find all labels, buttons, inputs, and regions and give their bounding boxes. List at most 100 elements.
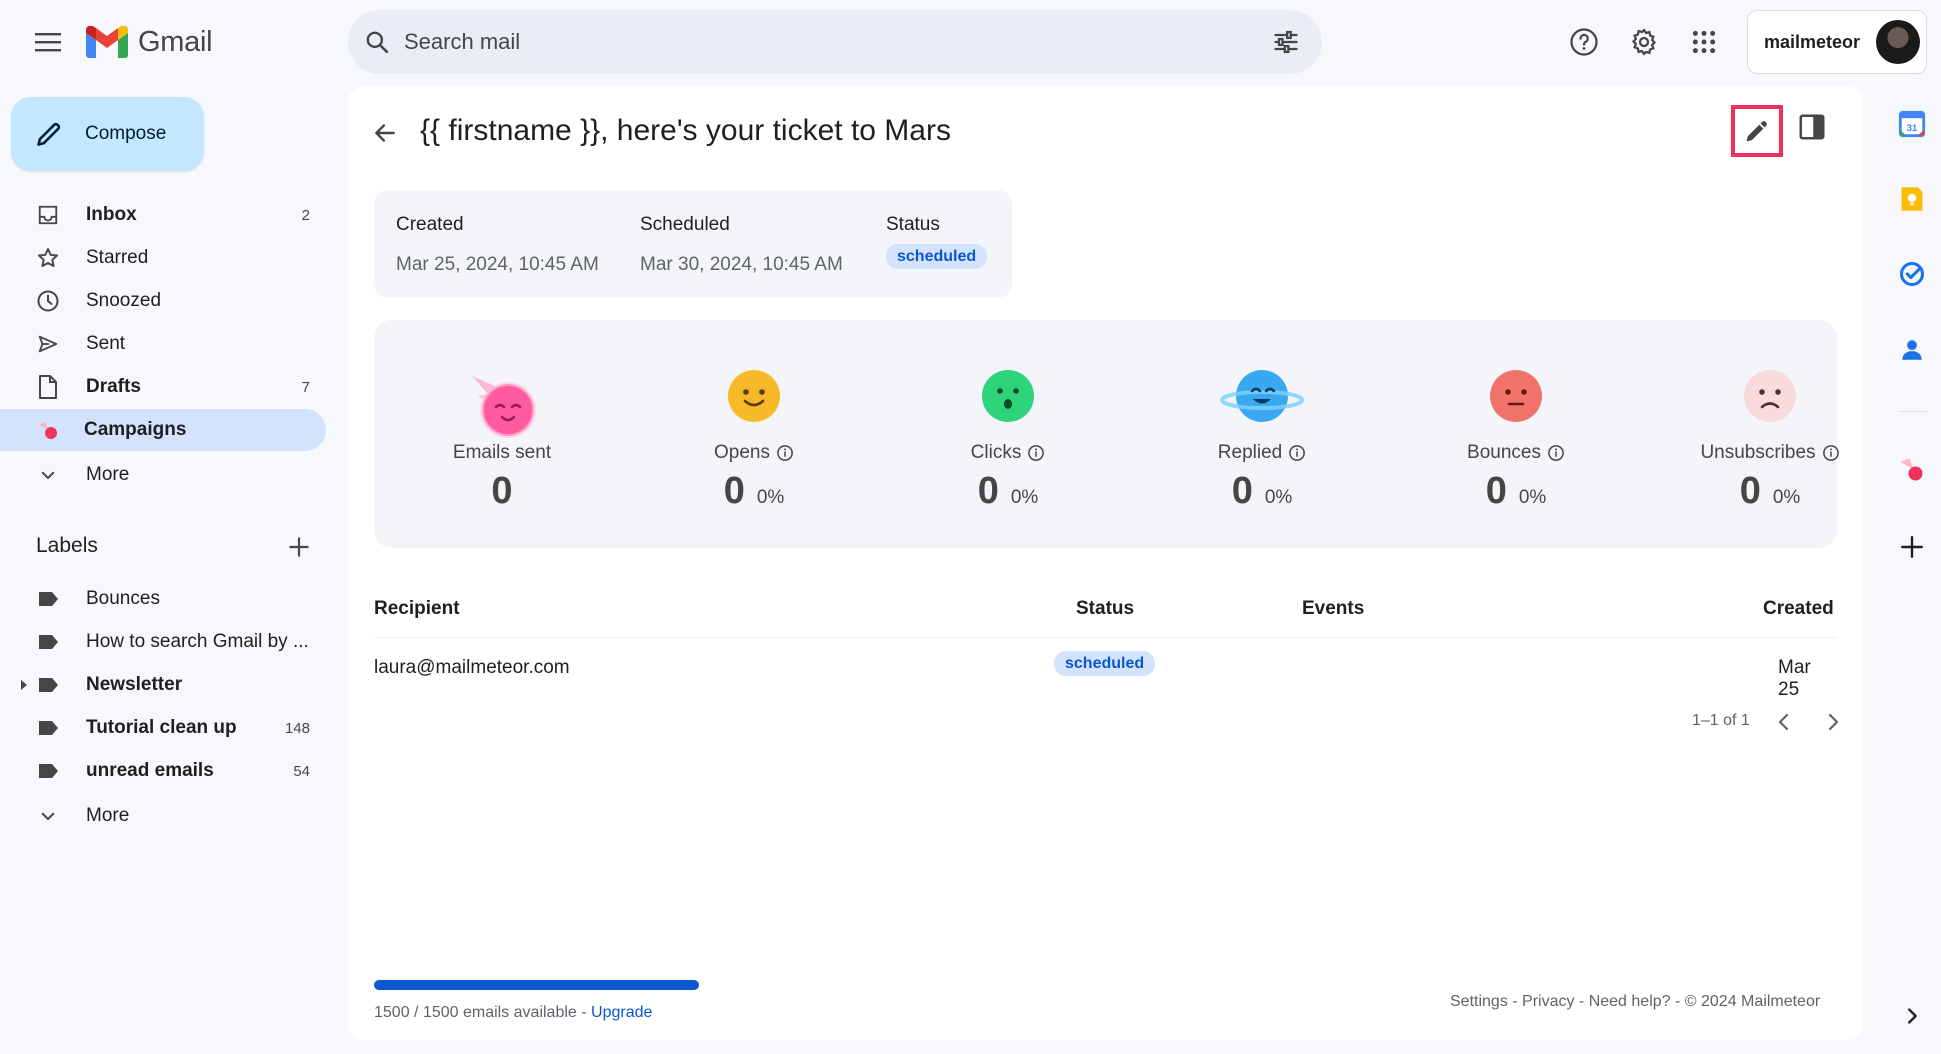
tasks-app-button[interactable] [1896, 258, 1928, 290]
label-item-tutorial-clean-up[interactable]: Tutorial clean up 148 [0, 707, 326, 749]
chevron-right-icon [1908, 1008, 1917, 1024]
nav-item-more[interactable]: More [0, 454, 326, 496]
scheduled-value: Mar 30, 2024, 10:45 AM [640, 254, 843, 275]
search-input[interactable] [404, 29, 1224, 55]
label-icon [36, 630, 60, 654]
mailmeteor-app-button[interactable] [1896, 454, 1928, 486]
get-addons-button[interactable] [1896, 531, 1928, 563]
nav-label: More [86, 805, 130, 826]
show-side-panel-button[interactable] [1896, 1000, 1928, 1032]
toggle-side-panel-button[interactable] [1797, 112, 1827, 142]
stat-values: 0 0% [888, 470, 1128, 513]
label-name: unread emails [86, 760, 214, 781]
nav-item-drafts[interactable]: Drafts 7 [0, 366, 326, 408]
calendar-app-button[interactable]: 31 [1896, 108, 1928, 140]
caret-right-icon[interactable] [20, 679, 28, 691]
label-icon [36, 587, 60, 611]
label-icon [36, 673, 60, 697]
contacts-icon [1902, 340, 1922, 360]
stat-label: Clicks [888, 442, 1128, 464]
column-header-events[interactable]: Events [1302, 598, 1364, 620]
settings-button[interactable] [1620, 18, 1668, 66]
nav-item-snoozed[interactable]: Snoozed [0, 280, 326, 322]
keep-app-button[interactable] [1896, 183, 1928, 215]
created-value: Mar 25, 2024, 10:45 AM [396, 254, 599, 275]
column-header-status[interactable]: Status [1076, 598, 1134, 620]
column-header-recipient[interactable]: Recipient [374, 598, 460, 620]
stat-opens: Opens 0 0% [634, 320, 874, 548]
back-button[interactable] [372, 120, 398, 146]
stat-number: 0 [1485, 470, 1507, 512]
label-name: How to search Gmail by ... [86, 631, 309, 652]
labels-heading: Labels [36, 534, 98, 557]
compose-button[interactable]: Compose [11, 97, 204, 171]
stat-percent: 0% [1010, 487, 1039, 508]
nav-item-starred[interactable]: Starred [0, 237, 326, 279]
status-badge: scheduled [886, 244, 988, 269]
stat-number: 0 [1231, 470, 1253, 512]
avatar[interactable] [1876, 20, 1920, 64]
column-header-created[interactable]: Created [1763, 598, 1834, 620]
search-options-icon[interactable] [1272, 28, 1300, 56]
stat-percent: 0% [1264, 487, 1293, 508]
stat-clicks: Clicks 0 0% [888, 320, 1128, 548]
created-label: Created [396, 214, 464, 235]
upgrade-link[interactable]: Upgrade [591, 1004, 652, 1021]
labels-more[interactable]: More [0, 795, 326, 837]
previous-page-button[interactable] [1772, 710, 1796, 734]
label-icon [36, 759, 60, 783]
nav-item-sent[interactable]: Sent [0, 323, 326, 365]
nav-label: More [86, 464, 130, 485]
stats-card: Emails sent 0 Opens 0 0% Clicks 0 0% Repli… [374, 320, 1839, 548]
svg-text:31: 31 [1907, 123, 1917, 133]
info-icon[interactable] [1822, 444, 1840, 462]
main-menu-button[interactable] [24, 18, 72, 66]
rail-divider [1899, 411, 1927, 412]
nav-item-inbox[interactable]: Inbox 2 [0, 194, 326, 236]
quota-progress-bar [374, 980, 699, 990]
stat-unsubscribes: Unsubscribes 0 0% [1650, 320, 1890, 548]
nav-item-campaigns[interactable]: Campaigns [0, 409, 326, 451]
label-item-search-gmail[interactable]: How to search Gmail by ... [0, 621, 326, 663]
meteor-face-icon [472, 376, 536, 438]
label-count: 54 [293, 762, 310, 780]
info-icon[interactable] [1027, 444, 1045, 462]
stat-label-text: Emails sent [452, 442, 552, 463]
arrow-left-icon [375, 124, 395, 142]
table-row[interactable]: laura@mailmeteor.com scheduled Mar 25 [374, 648, 1837, 700]
draft-icon [36, 375, 60, 399]
app-name: Gmail [138, 25, 213, 58]
stat-values: 0 0% [1396, 470, 1636, 513]
gmail-logo[interactable]: Gmail [86, 22, 213, 62]
search-bar[interactable] [348, 10, 1322, 74]
stat-label: Emails sent [382, 442, 622, 464]
planet-face-icon [1220, 370, 1304, 422]
contacts-app-button[interactable] [1896, 334, 1928, 366]
label-item-newsletter[interactable]: Newsletter [0, 664, 326, 706]
label-item-bounces[interactable]: Bounces [0, 578, 326, 620]
clock-icon [36, 289, 60, 313]
stat-percent: 0% [1772, 487, 1801, 508]
edit-campaign-button[interactable] [1731, 105, 1783, 157]
stat-label: Opens [634, 442, 874, 464]
account-switcher[interactable]: mailmeteor [1747, 10, 1927, 74]
add-label-button[interactable] [286, 534, 312, 560]
label-name: Newsletter [86, 674, 183, 695]
footer-links[interactable]: Settings - Privacy - Need help? - © 2024… [1450, 993, 1820, 1011]
next-page-button[interactable] [1821, 710, 1845, 734]
info-icon[interactable] [776, 444, 794, 462]
label-count: 148 [284, 719, 310, 737]
info-icon[interactable] [1547, 444, 1565, 462]
chevron-down-icon [36, 804, 60, 828]
nav-label: Drafts [86, 376, 141, 397]
search-icon[interactable] [364, 29, 390, 55]
label-item-unread-emails[interactable]: unread emails 54 [0, 750, 326, 792]
apps-button[interactable] [1680, 18, 1728, 66]
pagination-range: 1–1 of 1 [1692, 712, 1750, 729]
info-icon[interactable] [1288, 444, 1306, 462]
send-icon [36, 332, 60, 356]
chevron-right-icon [1828, 713, 1839, 731]
help-button[interactable] [1560, 18, 1608, 66]
stat-emails-sent: Emails sent 0 [382, 320, 622, 548]
campaign-title: {{ firstname }}, here's your ticket to M… [420, 114, 951, 147]
